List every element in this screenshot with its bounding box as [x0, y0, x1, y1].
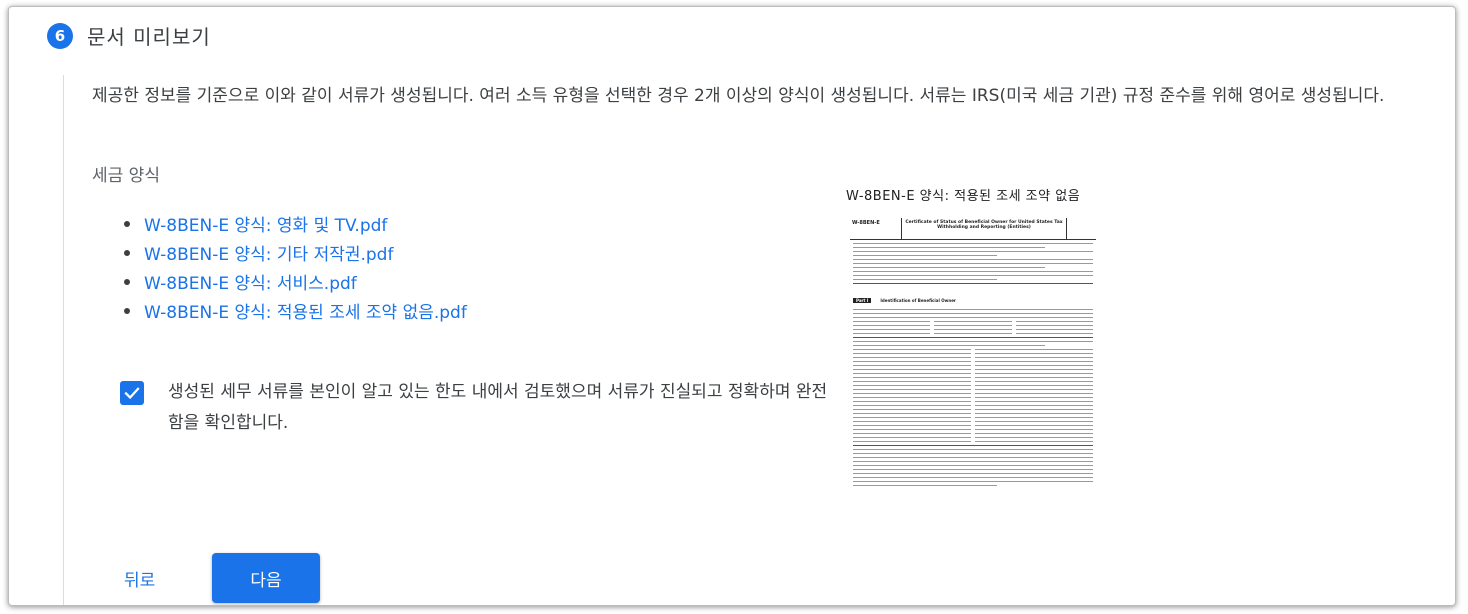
check-icon	[124, 387, 140, 400]
step-content: 제공한 정보를 기준으로 이와 같이 서류가 생성됩니다. 여러 소득 유형을 …	[63, 75, 1453, 605]
back-button[interactable]: 뒤로	[108, 555, 171, 601]
file-link-no-treaty[interactable]: W-8BEN-E 양식: 적용된 조세 조약 없음.pdf	[144, 298, 467, 323]
preview-title: W-8BEN-E 양식: 적용된 조세 조약 없음	[846, 189, 1081, 204]
form-body: Part I Identification of Beneficial Owne…	[850, 240, 1096, 486]
description-text: 제공한 정보를 기준으로 이와 같이 서류가 생성됩니다. 여러 소득 유형을 …	[92, 86, 1385, 106]
form-preview-thumbnail[interactable]: W-8BEN-E Certificate of Status of Benefi…	[850, 218, 1096, 538]
list-item: W-8BEN-E 양식: 기타 저작권.pdf	[124, 238, 467, 267]
tax-forms-label: 세금 양식	[92, 166, 160, 186]
file-link-movies-tv[interactable]: W-8BEN-E 양식: 영화 및 TV.pdf	[144, 211, 387, 236]
next-button[interactable]: 다음	[212, 553, 320, 603]
tax-file-list: W-8BEN-E 양식: 영화 및 TV.pdf W-8BEN-E 양식: 기타…	[124, 209, 467, 325]
confirmation-checkbox[interactable]	[120, 381, 144, 405]
form-omb-box	[1066, 218, 1096, 239]
document-preview-card: 6 문서 미리보기 제공한 정보를 기준으로 이와 같이 서류가 생성됩니다. …	[8, 6, 1456, 606]
confirmation-text: 생성된 세무 서류를 본인이 알고 있는 한도 내에서 검토했으며 서류가 진실…	[168, 382, 828, 433]
list-item: W-8BEN-E 양식: 영화 및 TV.pdf	[124, 209, 467, 238]
step-header: 6 문서 미리보기	[47, 21, 211, 50]
form-part-title: Identification of Beneficial Owner	[880, 298, 956, 303]
bullet-icon	[124, 249, 130, 256]
step-title: 문서 미리보기	[87, 25, 211, 49]
confirmation-row: 생성된 세무 서류를 본인이 알고 있는 한도 내에서 검토했으며 서류가 진실…	[120, 377, 828, 439]
bullet-icon	[124, 278, 130, 285]
bullet-icon	[124, 307, 130, 314]
form-title: Certificate of Status of Beneficial Owne…	[905, 220, 1063, 230]
form-part-label: Part I	[853, 298, 872, 303]
file-link-services[interactable]: W-8BEN-E 양식: 서비스.pdf	[144, 269, 357, 294]
list-item: W-8BEN-E 양식: 적용된 조세 조약 없음.pdf	[124, 296, 467, 325]
step-number-badge: 6	[47, 22, 73, 49]
bullet-icon	[124, 220, 130, 227]
list-item: W-8BEN-E 양식: 서비스.pdf	[124, 267, 467, 296]
form-header: W-8BEN-E Certificate of Status of Benefi…	[850, 218, 1096, 240]
form-number: W-8BEN-E	[850, 218, 902, 239]
file-link-other-copyrights[interactable]: W-8BEN-E 양식: 기타 저작권.pdf	[144, 240, 393, 265]
